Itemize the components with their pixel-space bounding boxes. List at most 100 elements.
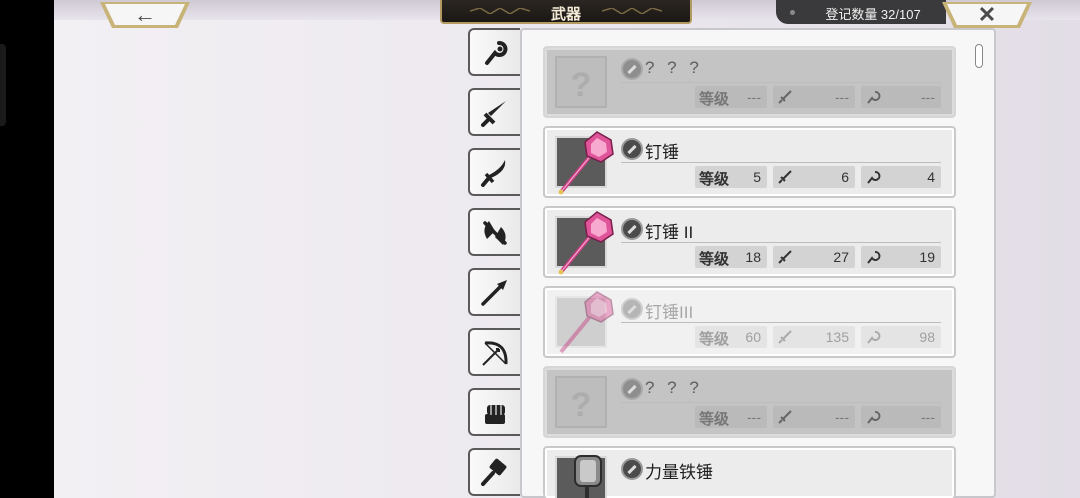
level-value: 18 (745, 249, 761, 265)
magic-icon (867, 171, 881, 184)
magic-icon (867, 411, 881, 424)
weapon-name: ? ? ? (645, 58, 703, 77)
magic-stat: 4 (861, 166, 941, 188)
pink-mace-icon (558, 131, 614, 195)
magic-icon (867, 91, 881, 104)
level-label: 等级 (699, 331, 730, 348)
iron-hammer-icon (574, 455, 602, 498)
magic-stat: --- (861, 406, 941, 428)
tab-hammer[interactable] (468, 448, 520, 496)
axe-icon (483, 221, 507, 245)
level-value: 5 (753, 169, 761, 185)
attack-icon (778, 170, 792, 184)
divider (621, 82, 941, 83)
magic-stat: 19 (861, 246, 941, 268)
bow-icon (482, 341, 508, 366)
unknown-weapon-icon: ? (570, 66, 592, 104)
level-label: 等级 (699, 411, 730, 428)
magic-value: --- (921, 409, 935, 425)
level-stat: 等级 --- (695, 86, 767, 108)
tab-gauntlet[interactable] (468, 388, 520, 436)
weapon-card-mace-3[interactable]: 钉锤III 等级 60 135 98 (543, 286, 956, 358)
attack-stat: 27 (773, 246, 855, 268)
attack-stat: 6 (773, 166, 855, 188)
magic-icon (867, 251, 881, 264)
divider (621, 402, 941, 403)
divider (621, 322, 941, 323)
tab-axe[interactable] (468, 208, 520, 256)
pink-mace-icon (559, 291, 614, 354)
mace-type-icon (621, 138, 643, 160)
tab-sword[interactable] (468, 88, 520, 136)
magic-icon (867, 331, 881, 344)
divider (621, 242, 941, 243)
magic-value: --- (921, 89, 935, 105)
level-value: --- (747, 409, 761, 425)
attack-value: 6 (841, 169, 849, 185)
tab-staff[interactable] (468, 28, 520, 76)
magic-stat: --- (861, 86, 941, 108)
mace-type-icon (621, 378, 643, 400)
pink-mace-icon (558, 211, 614, 275)
mace-type-icon (621, 458, 643, 480)
page-title-plate: 武器 (440, 0, 692, 24)
back-arrow-icon: ← (134, 2, 156, 27)
attack-stat: --- (773, 406, 855, 428)
list-scrollbar[interactable] (975, 44, 983, 68)
unknown-weapon-icon: ? (570, 386, 592, 424)
weapon-card-mace-2[interactable]: 钉锤 II 等级 18 27 19 (543, 206, 956, 278)
tab-curved-sword[interactable] (468, 148, 520, 196)
device-notch (0, 44, 6, 126)
magic-value: 19 (919, 249, 935, 265)
magic-value: 4 (927, 169, 935, 185)
weapon-card-power-hammer[interactable]: 力量铁锤 (543, 446, 956, 498)
staff-icon (485, 41, 508, 65)
level-stat: 等级 5 (695, 166, 767, 188)
weapon-card-locked-2[interactable]: ? ? ? ? 等级 --- --- --- (543, 366, 956, 438)
tab-spear[interactable] (468, 268, 520, 316)
weapon-name: 力量铁锤 (645, 463, 713, 482)
attack-value: --- (835, 89, 849, 105)
attack-stat: --- (773, 86, 855, 108)
magic-value: 98 (919, 329, 935, 345)
weapon-card-mace-1[interactable]: 钉锤 等级 5 6 4 (543, 126, 956, 198)
mace-type-icon (621, 298, 643, 320)
attack-icon (778, 90, 792, 104)
curved-sword-icon (481, 160, 506, 187)
attack-stat: 135 (773, 326, 855, 348)
attack-icon (778, 330, 792, 344)
magic-stat: 98 (861, 326, 941, 348)
close-button[interactable]: ✕ (942, 0, 1032, 30)
count-dot-icon (790, 10, 795, 15)
weapon-catalog-screen: ← 武器 登记数量 32/107 ✕ ? ? ? ? 等级 --- --- --… (0, 0, 1080, 498)
close-icon: ✕ (977, 2, 997, 27)
attack-icon (778, 410, 792, 424)
attack-icon (778, 250, 792, 264)
register-count: 登记数量 32/107 (825, 7, 921, 22)
sword-icon (481, 101, 506, 127)
mace-type-icon (621, 218, 643, 240)
back-button[interactable]: ← (100, 0, 190, 30)
weapon-name: 钉锤 (645, 143, 679, 162)
left-edge (0, 0, 54, 498)
level-stat: 等级 --- (695, 406, 767, 428)
title-ornament-right (602, 8, 662, 14)
hammer-icon (481, 458, 507, 486)
attack-value: 27 (833, 249, 849, 265)
weapon-name: 钉锤 II (645, 223, 694, 242)
level-label: 等级 (699, 251, 730, 268)
weapon-name: ? ? ? (645, 378, 703, 397)
level-value: 60 (745, 329, 761, 345)
register-count-badge: 登记数量 32/107 (776, 0, 946, 24)
level-stat: 等级 60 (695, 326, 767, 348)
weapon-thumbnail: ? (555, 376, 607, 428)
attack-value: 135 (825, 329, 849, 345)
tab-bow[interactable] (468, 328, 520, 376)
level-value: --- (747, 89, 761, 105)
level-stat: 等级 18 (695, 246, 767, 268)
weapon-card-locked-1[interactable]: ? ? ? ? 等级 --- --- --- (543, 46, 956, 118)
mace-type-icon (621, 58, 643, 80)
level-label: 等级 (699, 171, 730, 188)
attack-value: --- (835, 409, 849, 425)
weapon-thumbnail: ? (555, 56, 607, 108)
